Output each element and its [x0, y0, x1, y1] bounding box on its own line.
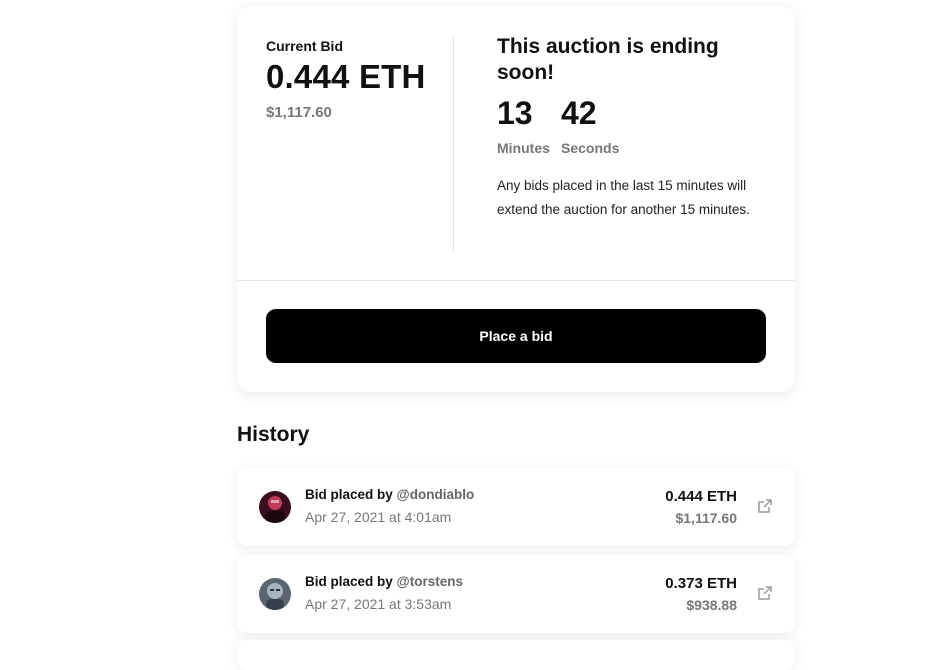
- seconds-label: Seconds: [561, 140, 620, 156]
- bid-date: Apr 27, 2021 at 4:01am: [305, 509, 452, 525]
- place-bid-button[interactable]: Place a bid: [266, 309, 766, 363]
- current-bid-eth: 0.444 ETH: [266, 58, 426, 95]
- bid-placed-by-label: Bid placed by: [305, 487, 393, 502]
- bid-amount-eth: 0.373 ETH: [665, 575, 737, 592]
- bidder-username-link[interactable]: @dondiablo: [397, 487, 475, 502]
- auction-ending-title: This auction is ending soon!: [497, 35, 719, 84]
- current-bid-section: Current Bid 0.444 ETH $1,117.60: [266, 36, 426, 121]
- countdown-timer: 13 Minutes 42 Seconds: [497, 94, 777, 156]
- auction-countdown-section: This auction is ending soon! 13 Minutes …: [497, 34, 777, 222]
- minutes-value: 13: [497, 95, 533, 131]
- vertical-divider: [453, 36, 454, 252]
- history-title: History: [237, 423, 310, 446]
- external-link-icon[interactable]: [757, 498, 773, 514]
- history-item-partial: [237, 640, 795, 670]
- avatar[interactable]: [259, 578, 291, 610]
- external-link-icon[interactable]: [757, 585, 773, 601]
- bid-amount-eth: 0.444 ETH: [665, 488, 737, 505]
- current-bid-label: Current Bid: [266, 38, 343, 54]
- bid-placed-by-label: Bid placed by: [305, 574, 393, 589]
- timer-seconds: 42 Seconds: [561, 94, 620, 156]
- bid-amount-usd: $1,117.60: [675, 510, 737, 526]
- current-bid-usd: $1,117.60: [266, 104, 332, 121]
- bid-amount-usd: $938.88: [686, 597, 737, 613]
- bidder-username-link[interactable]: @torstens: [397, 574, 463, 589]
- history-bid-text: Bid placed by @torstens: [305, 574, 463, 589]
- history-item: Bid placed by @torstens Apr 27, 2021 at …: [237, 555, 795, 633]
- horizontal-divider: [237, 280, 795, 281]
- auction-card: Current Bid 0.444 ETH $1,117.60 This auc…: [237, 6, 795, 392]
- bid-date: Apr 27, 2021 at 3:53am: [305, 596, 452, 612]
- minutes-label: Minutes: [497, 140, 550, 156]
- auction-extension-note: Any bids placed in the last 15 minutes w…: [497, 178, 750, 217]
- timer-minutes: 13 Minutes: [497, 94, 550, 156]
- history-item: Bid placed by @dondiablo Apr 27, 2021 at…: [237, 468, 795, 546]
- avatar[interactable]: [259, 491, 291, 523]
- history-bid-text: Bid placed by @dondiablo: [305, 487, 474, 502]
- seconds-value: 42: [561, 95, 597, 131]
